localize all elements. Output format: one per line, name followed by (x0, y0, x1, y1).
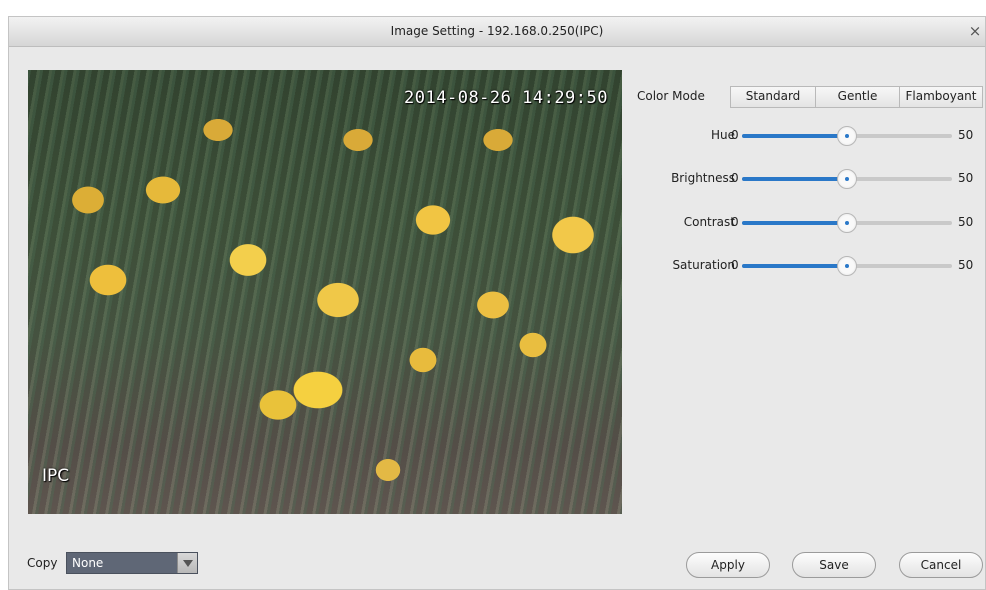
brightness-min-value: 0 (731, 171, 739, 185)
contrast-slider-thumb[interactable] (837, 213, 857, 233)
color-mode-group: Standard Gentle Flamboyant (730, 86, 983, 108)
contrast-slider-fill (742, 221, 847, 225)
dialog-title: Image Setting - 192.168.0.250(IPC) (390, 24, 604, 38)
save-button[interactable]: Save (792, 552, 876, 578)
saturation-slider-thumb[interactable] (837, 256, 857, 276)
hue-slider-thumb[interactable] (837, 126, 857, 146)
brightness-slider-fill (742, 177, 847, 181)
close-icon[interactable]: × (967, 22, 983, 40)
hue-min-value: 0 (731, 128, 739, 142)
brightness-slider-thumb[interactable] (837, 169, 857, 189)
brightness-slider-track[interactable] (742, 169, 952, 189)
saturation-slider-row: Saturation 0 50 (637, 256, 977, 276)
color-mode-gentle-button[interactable]: Gentle (816, 87, 900, 107)
preview-channel-label: IPC (42, 466, 70, 486)
title-bar: Image Setting - 192.168.0.250(IPC) × (9, 17, 985, 47)
saturation-slider-track[interactable] (742, 256, 952, 276)
hue-slider-track[interactable] (742, 126, 952, 146)
copy-selected-value: None (72, 556, 104, 570)
contrast-slider-track[interactable] (742, 213, 952, 233)
brightness-slider-row: Brightness 0 50 (637, 169, 977, 189)
cancel-button[interactable]: Cancel (899, 552, 983, 578)
image-setting-dialog: Image Setting - 192.168.0.250(IPC) × 201… (8, 16, 986, 590)
copy-select[interactable]: None (66, 552, 198, 574)
saturation-max-value: 50 (958, 258, 974, 272)
saturation-label: Saturation (672, 258, 735, 272)
saturation-min-value: 0 (731, 258, 739, 272)
chevron-down-icon[interactable] (177, 553, 197, 573)
contrast-label: Contrast (683, 215, 735, 229)
contrast-max-value: 50 (958, 215, 974, 229)
contrast-slider-row: Contrast 0 50 (637, 213, 977, 233)
saturation-slider-fill (742, 264, 847, 268)
hue-slider-row: Hue 0 50 (637, 126, 977, 146)
contrast-min-value: 0 (731, 215, 739, 229)
hue-slider-fill (742, 134, 847, 138)
brightness-max-value: 50 (958, 171, 974, 185)
color-mode-flamboyant-button[interactable]: Flamboyant (900, 87, 982, 107)
color-mode-standard-button[interactable]: Standard (731, 87, 816, 107)
apply-button[interactable]: Apply (686, 552, 770, 578)
preview-timestamp: 2014-08-26 14:29:50 (404, 88, 608, 108)
color-mode-label: Color Mode (637, 89, 705, 103)
video-preview: 2014-08-26 14:29:50 IPC (28, 70, 622, 514)
copy-label: Copy (27, 556, 58, 570)
brightness-label: Brightness (671, 171, 735, 185)
hue-max-value: 50 (958, 128, 974, 142)
